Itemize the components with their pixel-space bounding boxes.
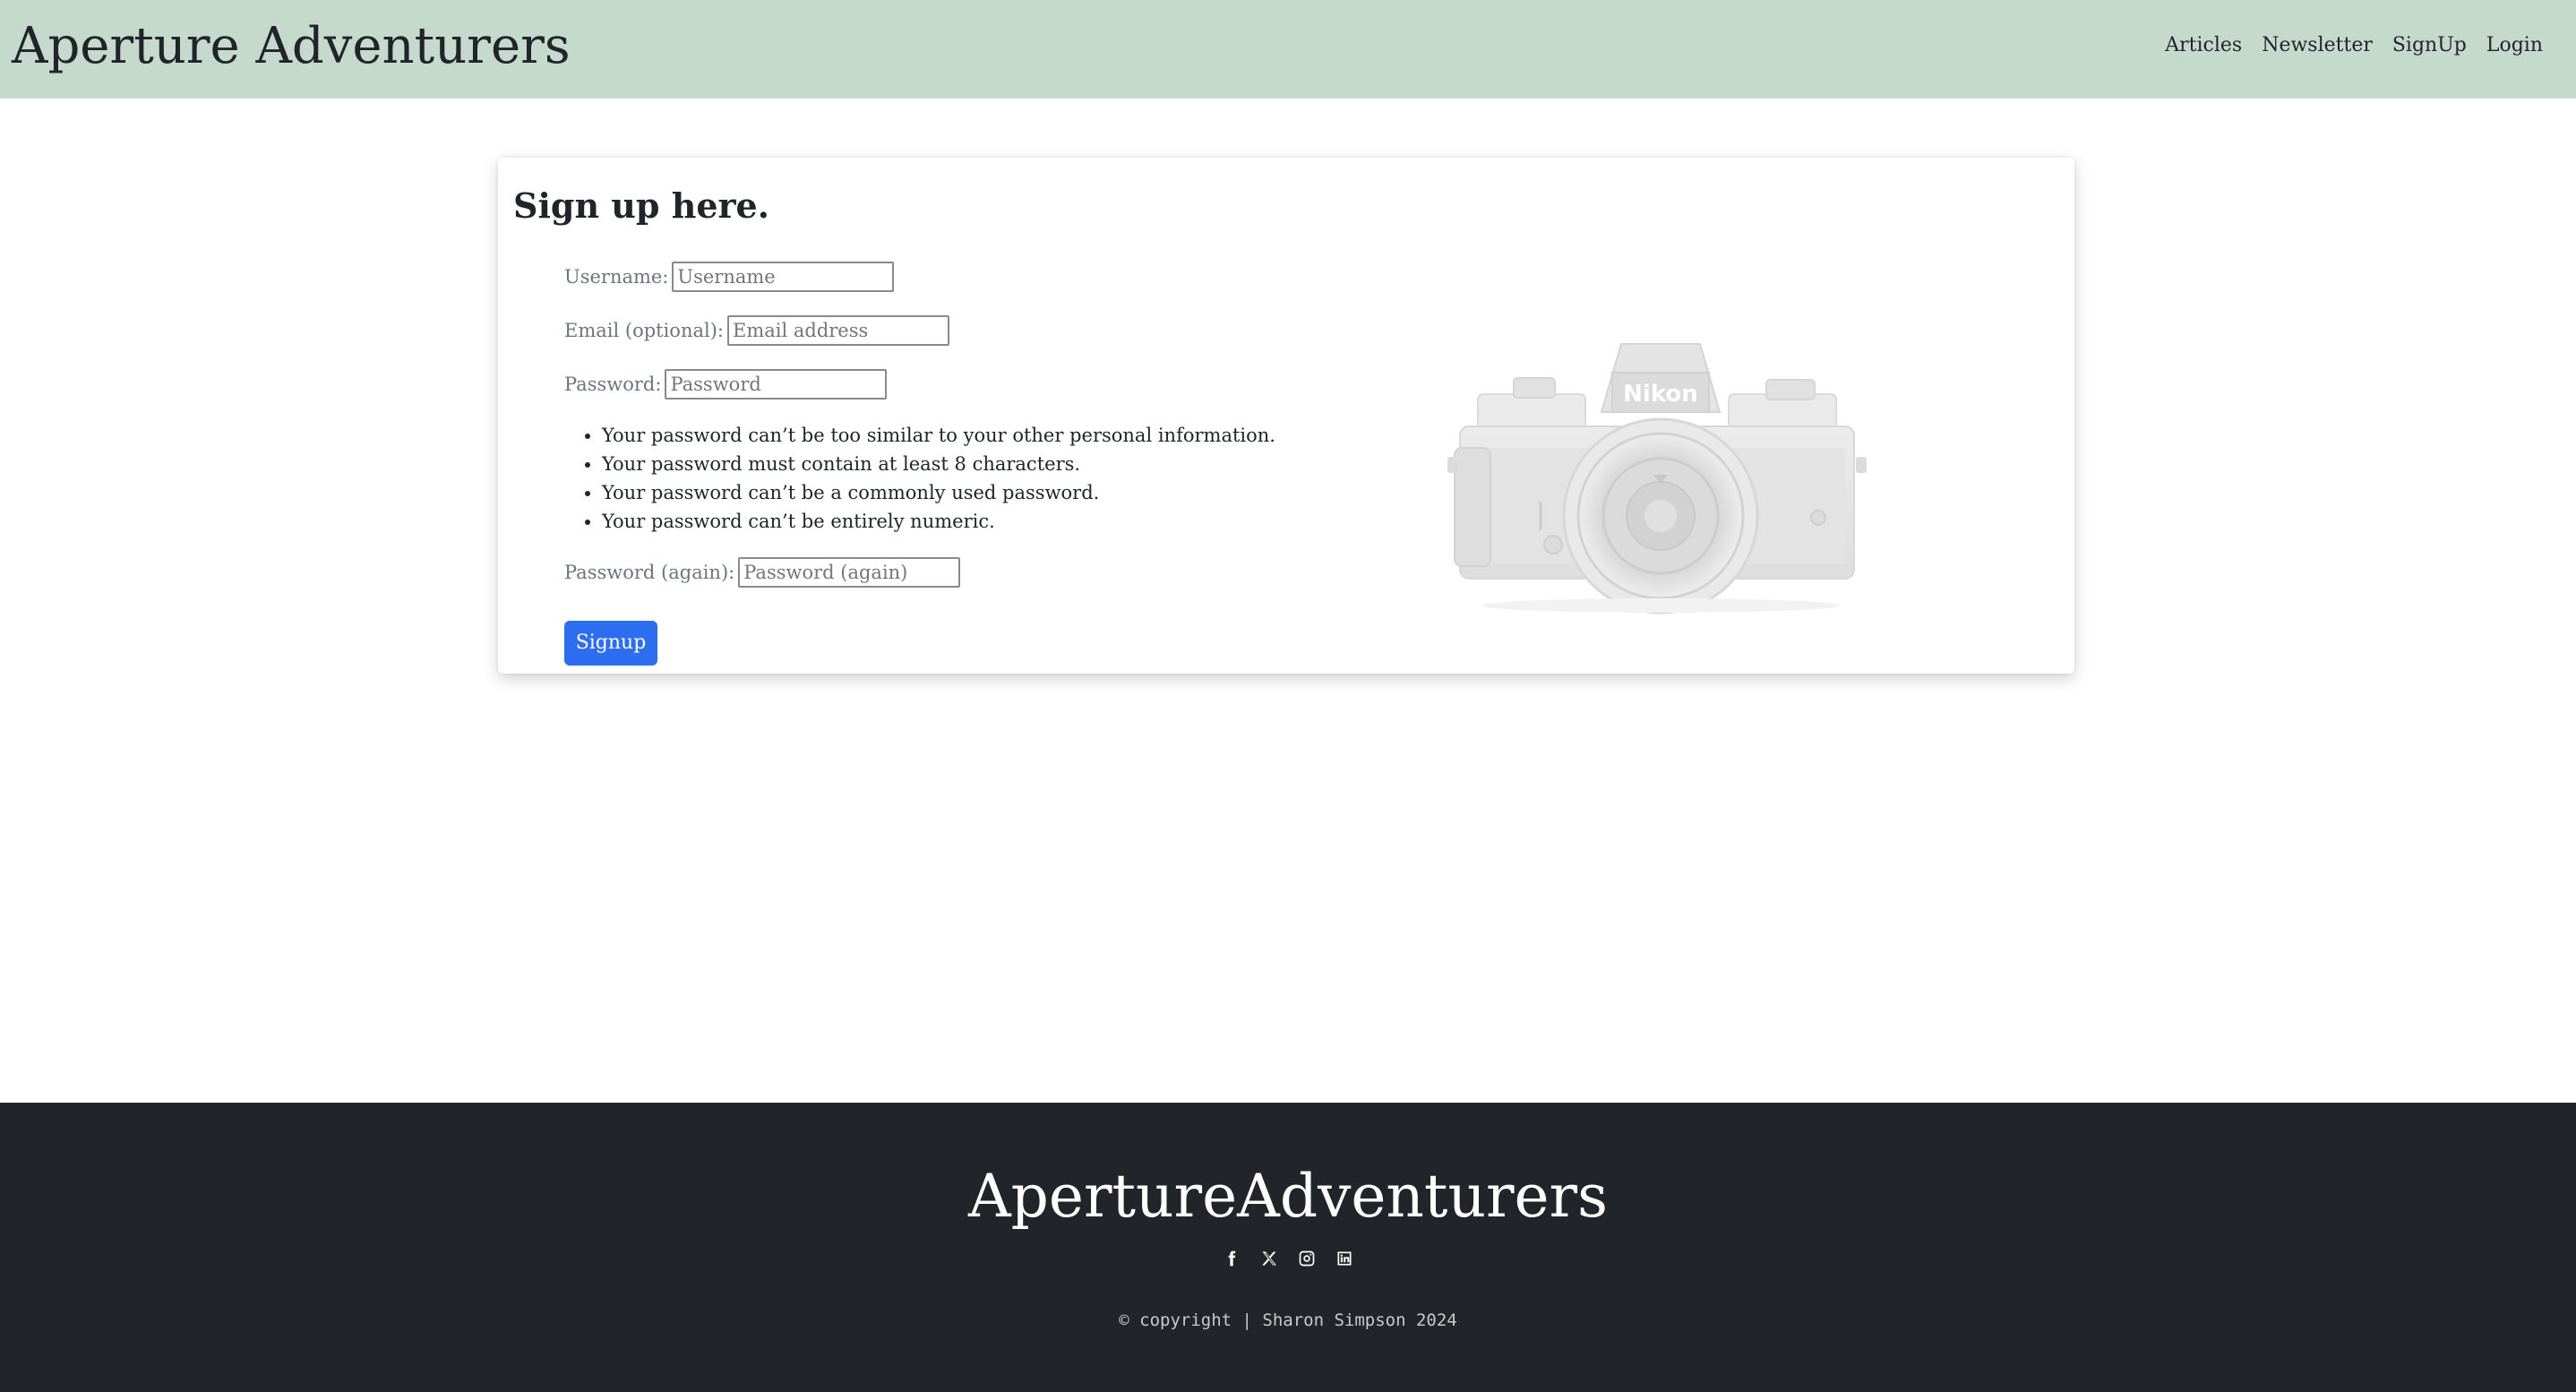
copyright-symbol: © [1119, 1310, 1129, 1330]
password-help-item: Your password can’t be entirely numeric. [602, 507, 1275, 536]
password-input[interactable] [665, 369, 888, 400]
password-label: Password: [564, 374, 662, 395]
password-again-row: Password (again): [564, 557, 961, 588]
footer-brand: ApertureAdventurers [968, 1162, 1608, 1231]
navbar: Aperture Adventurers Articles Newsletter… [0, 0, 2576, 99]
social-links [0, 1250, 2576, 1267]
camera-image: Nikon [1447, 343, 1867, 614]
password-row: Password: [564, 369, 888, 400]
password-again-label: Password (again): [564, 562, 735, 583]
signup-button[interactable]: Signup [564, 621, 657, 666]
password-help-item: Your password must contain at least 8 ch… [602, 450, 1275, 478]
email-label: Email (optional): [564, 320, 724, 341]
username-row: Username: [564, 262, 895, 292]
password-again-input[interactable] [738, 557, 961, 588]
username-label: Username: [564, 266, 669, 288]
signup-card: Sign up here. Username: Email (optional)… [498, 158, 2074, 674]
footer: ApertureAdventurers © copyright | Sharon… [0, 1103, 2576, 1392]
nav-link-login[interactable]: Login [2477, 30, 2553, 61]
linkedin-icon[interactable] [1335, 1250, 1353, 1267]
password-help-list: Your password can’t be too similar to yo… [564, 421, 1275, 536]
nav-links: Articles Newsletter SignUp Login [2155, 30, 2553, 61]
copyright-text: © copyright | Sharon Simpson 2024 [0, 1307, 2576, 1334]
password-help-item: Your password can’t be too similar to yo… [602, 421, 1275, 450]
nav-link-articles[interactable]: Articles [2155, 30, 2252, 61]
email-row: Email (optional): [564, 315, 949, 346]
copyright-label: copyright | Sharon Simpson 2024 [1139, 1310, 1457, 1330]
camera-brand-text: Nikon [1623, 381, 1698, 408]
x-icon[interactable] [1260, 1250, 1278, 1267]
facebook-icon[interactable] [1223, 1250, 1241, 1267]
email-input[interactable] [726, 315, 949, 346]
password-help-item: Your password can’t be a commonly used p… [602, 478, 1275, 507]
brand-link[interactable]: Aperture Adventurers [12, 13, 571, 81]
instagram-icon[interactable] [1298, 1250, 1316, 1267]
page-title: Sign up here. [513, 185, 769, 226]
nav-link-signup[interactable]: SignUp [2383, 30, 2477, 61]
nav-link-newsletter[interactable]: Newsletter [2252, 30, 2383, 61]
username-input[interactable] [672, 262, 895, 292]
